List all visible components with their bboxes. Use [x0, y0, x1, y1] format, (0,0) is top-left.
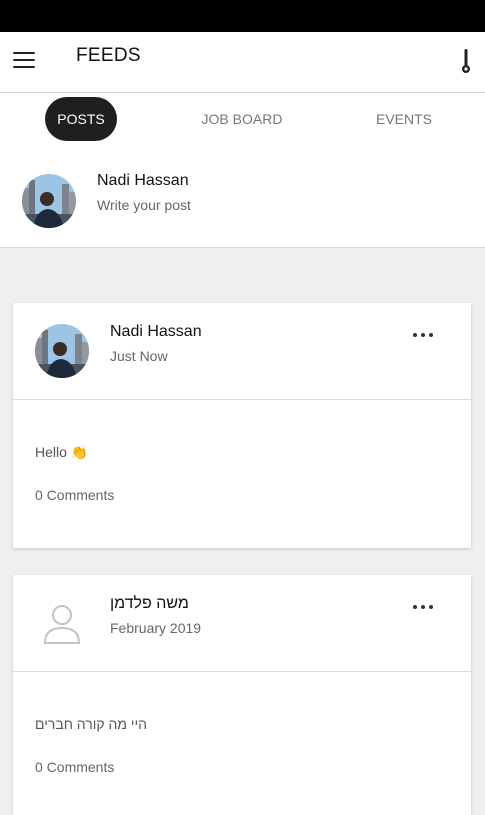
comments-link[interactable]: 0 Comments: [35, 487, 114, 503]
avatar: [35, 324, 89, 378]
post-time: Just Now: [110, 348, 168, 364]
status-bar: [0, 0, 485, 32]
user-placeholder-icon: [43, 605, 81, 644]
post-body: היי מה קורה חברים: [35, 716, 148, 732]
tab-job-board[interactable]: JOB BOARD: [188, 97, 296, 141]
app-bar: FEEDS: [0, 32, 485, 93]
post-body: Hello 👏: [35, 444, 89, 460]
post-card: משה פלדמן February 2019 היי מה קורה חברי…: [13, 575, 471, 815]
post-time: February 2019: [110, 620, 202, 636]
tab-events[interactable]: EVENTS: [360, 97, 448, 141]
compose-user-name: Nadi Hassan: [97, 172, 189, 189]
avatar: [22, 174, 76, 228]
more-options-icon[interactable]: [411, 602, 439, 612]
thermometer-icon[interactable]: [458, 48, 474, 74]
post-card: Nadi Hassan Just Now Hello 👏 0 Comments: [13, 303, 471, 548]
divider: [13, 671, 471, 672]
page-title: FEEDS: [76, 45, 141, 66]
post-author: Nadi Hassan: [110, 323, 202, 340]
compose-post[interactable]: Nadi Hassan Write your post: [0, 165, 485, 245]
feed-tabs: POSTS JOB BOARD EVENTS Nadi Hassan Write…: [0, 93, 485, 248]
tab-posts[interactable]: POSTS: [45, 97, 117, 141]
post-author: משה פלדמן: [110, 595, 189, 612]
comments-link[interactable]: 0 Comments: [35, 759, 114, 775]
write-post-input[interactable]: Write your post: [97, 197, 191, 213]
divider: [13, 399, 471, 400]
more-options-icon[interactable]: [411, 330, 439, 340]
hamburger-menu-icon[interactable]: [13, 52, 35, 68]
